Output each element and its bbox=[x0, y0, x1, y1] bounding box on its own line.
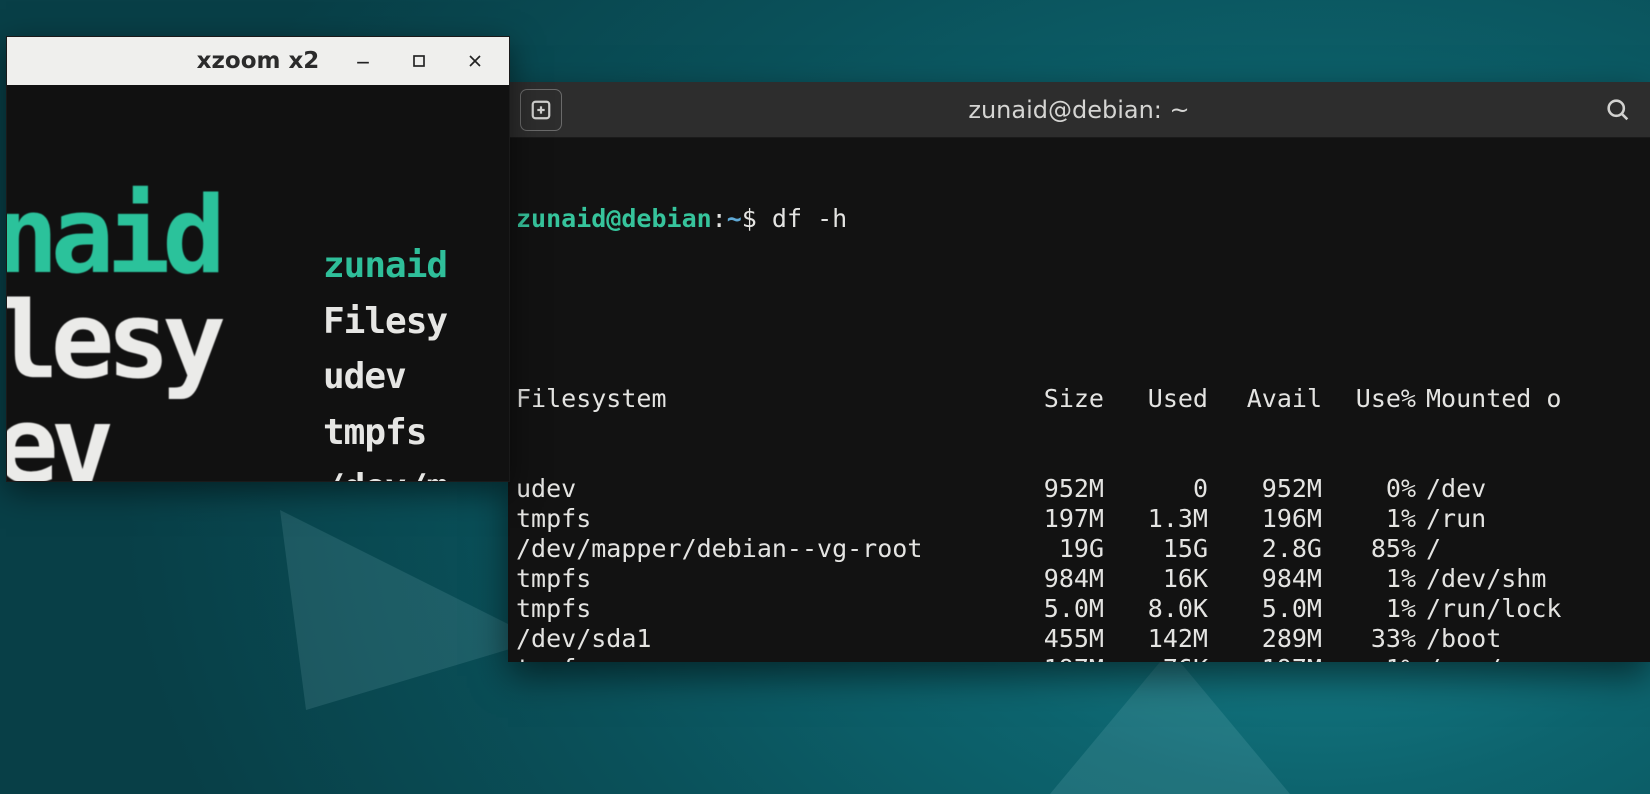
xzoom-titlebar[interactable]: xzoom x2 bbox=[7, 37, 509, 85]
terminal-window: zunaid@debian: ~ zunaid@debian:~$ df -h … bbox=[508, 82, 1650, 662]
close-button[interactable] bbox=[453, 43, 497, 79]
df-cell-usep: 85% bbox=[1332, 534, 1422, 564]
xzoom-magnified-text: unaid ilesy dev bbox=[7, 85, 218, 481]
df-cell-avail: 196M bbox=[1218, 504, 1328, 534]
df-row: udev952M0952M0%/dev bbox=[516, 474, 1642, 504]
df-cell-size: 952M bbox=[1010, 474, 1110, 504]
df-cell-size: 197M bbox=[1010, 504, 1110, 534]
prompt-path: ~ bbox=[727, 204, 742, 233]
df-cell-fs: tmpfs bbox=[516, 564, 1006, 594]
terminal-titlebar[interactable]: zunaid@debian: ~ bbox=[508, 82, 1650, 138]
df-cell-usep: 1% bbox=[1332, 564, 1422, 594]
df-row: tmpfs197M1.3M196M1%/run bbox=[516, 504, 1642, 534]
df-cell-size: 197M bbox=[1010, 654, 1110, 662]
terminal-body[interactable]: zunaid@debian:~$ df -h Filesystem Size U… bbox=[508, 138, 1650, 662]
xzoom-viewport[interactable]: unaid ilesy dev zunaid Filesy udev tmpfs… bbox=[7, 85, 509, 481]
xzoom-window: xzoom x2 unaid ilesy dev zunaid Filesy u… bbox=[6, 36, 510, 482]
minimize-button[interactable] bbox=[341, 43, 385, 79]
desktop-decoration bbox=[280, 510, 540, 710]
df-cell-fs: udev bbox=[516, 474, 1006, 504]
df-cell-used: 8.0K bbox=[1114, 594, 1214, 624]
maximize-button[interactable] bbox=[397, 43, 441, 79]
new-tab-button[interactable] bbox=[520, 89, 562, 131]
prompt-line: zunaid@debian:~$ df -h bbox=[516, 204, 1642, 234]
df-cell-avail: 5.0M bbox=[1218, 594, 1328, 624]
df-row: tmpfs5.0M8.0K5.0M1%/run/lock bbox=[516, 594, 1642, 624]
df-cell-usep: 1% bbox=[1332, 654, 1422, 662]
df-header-row: Filesystem Size Used Avail Use% Mounted … bbox=[516, 384, 1642, 414]
df-cell-used: 76K bbox=[1114, 654, 1214, 662]
df-cell-fs: tmpfs bbox=[516, 654, 1006, 662]
df-cell-avail: 289M bbox=[1218, 624, 1328, 654]
df-cell-usep: 0% bbox=[1332, 474, 1422, 504]
col-size: Size bbox=[1010, 384, 1110, 414]
plus-icon bbox=[530, 99, 552, 121]
df-row: tmpfs 197M 76K 197M 1% /run/user bbox=[516, 654, 1642, 662]
maximize-icon bbox=[409, 51, 429, 71]
close-icon bbox=[465, 51, 485, 71]
df-cell-usep: 1% bbox=[1332, 594, 1422, 624]
df-cell-mnt: /dev bbox=[1426, 474, 1642, 504]
df-cell-used: 0 bbox=[1114, 474, 1214, 504]
df-cell-size: 984M bbox=[1010, 564, 1110, 594]
df-cell-avail: 197M bbox=[1218, 654, 1328, 662]
terminal-title: zunaid@debian: ~ bbox=[508, 96, 1650, 124]
df-row: /dev/sda1455M142M289M33%/boot bbox=[516, 624, 1642, 654]
df-cell-avail: 2.8G bbox=[1218, 534, 1328, 564]
col-filesystem: Filesystem bbox=[516, 384, 1006, 414]
desktop-decoration bbox=[1050, 650, 1290, 794]
df-cell-size: 19G bbox=[1010, 534, 1110, 564]
prompt-user: zunaid@debian bbox=[516, 204, 712, 233]
df-cell-mnt: /dev/shm bbox=[1426, 564, 1642, 594]
df-cell-fs: tmpfs bbox=[516, 594, 1006, 624]
df-cell-mnt: /boot bbox=[1426, 624, 1642, 654]
command-text: df -h bbox=[772, 204, 847, 233]
df-cell-mnt: /run/user bbox=[1426, 654, 1642, 662]
col-usepct: Use% bbox=[1332, 384, 1422, 414]
df-cell-mnt: /run bbox=[1426, 504, 1642, 534]
df-row: /dev/mapper/debian--vg-root19G15G2.8G85%… bbox=[516, 534, 1642, 564]
df-cell-mnt: / bbox=[1426, 534, 1642, 564]
search-button[interactable] bbox=[1598, 90, 1638, 130]
col-mounted: Mounted o bbox=[1426, 384, 1642, 414]
df-cell-used: 1.3M bbox=[1114, 504, 1214, 534]
search-icon bbox=[1604, 96, 1632, 124]
df-cell-usep: 33% bbox=[1332, 624, 1422, 654]
df-cell-usep: 1% bbox=[1332, 504, 1422, 534]
df-row: tmpfs984M16K984M1%/dev/shm bbox=[516, 564, 1642, 594]
df-cell-fs: /dev/sda1 bbox=[516, 624, 1006, 654]
df-cell-fs: /dev/mapper/debian--vg-root bbox=[516, 534, 1006, 564]
df-cell-used: 142M bbox=[1114, 624, 1214, 654]
col-used: Used bbox=[1114, 384, 1214, 414]
col-avail: Avail bbox=[1218, 384, 1328, 414]
df-cell-fs: tmpfs bbox=[516, 504, 1006, 534]
df-cell-avail: 952M bbox=[1218, 474, 1328, 504]
df-cell-size: 5.0M bbox=[1010, 594, 1110, 624]
df-cell-used: 16K bbox=[1114, 564, 1214, 594]
df-output: Filesystem Size Used Avail Use% Mounted … bbox=[516, 324, 1642, 662]
minimize-icon bbox=[353, 51, 373, 71]
xzoom-underlying-text: zunaid Filesy udev tmpfs /dev/m bbox=[323, 183, 509, 481]
df-cell-avail: 984M bbox=[1218, 564, 1328, 594]
df-cell-size: 455M bbox=[1010, 624, 1110, 654]
df-cell-mnt: /run/lock bbox=[1426, 594, 1642, 624]
df-cell-used: 15G bbox=[1114, 534, 1214, 564]
